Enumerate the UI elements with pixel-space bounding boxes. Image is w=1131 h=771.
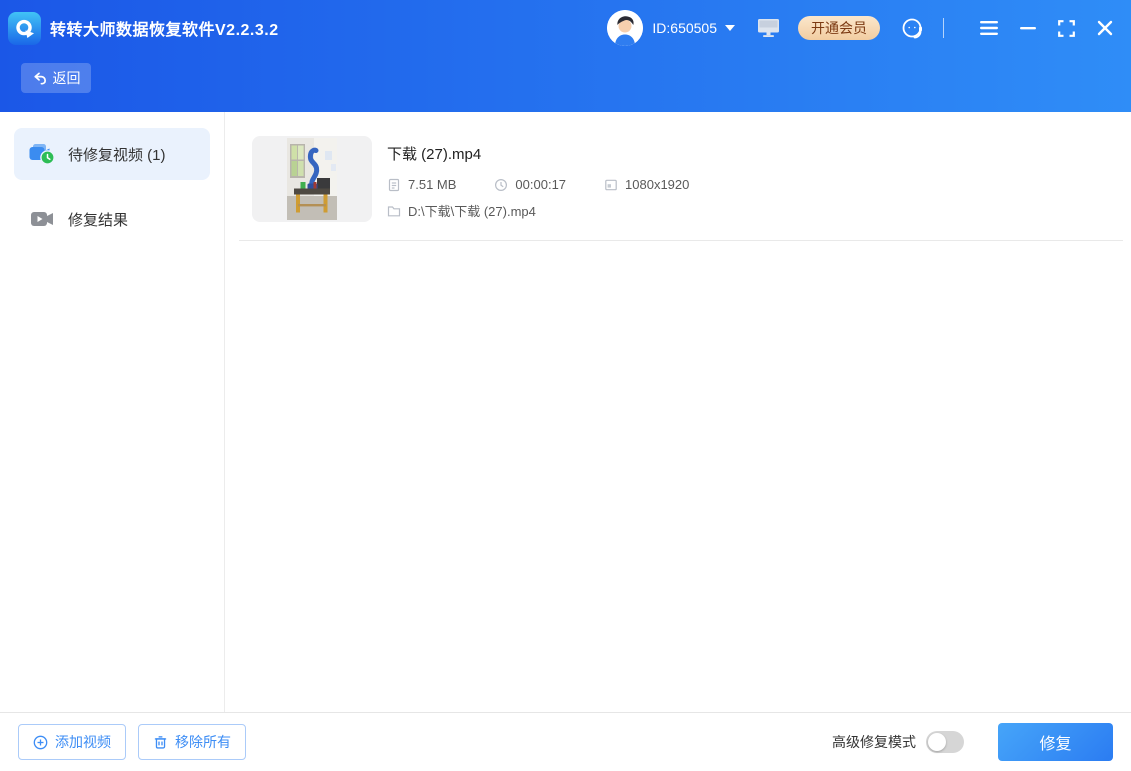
video-pending-icon: [29, 143, 55, 165]
app-title: 转转大师数据恢复软件V2.2.3.2: [50, 16, 279, 40]
sidebar-item-repair-results[interactable]: 修复结果: [14, 193, 210, 245]
video-list-item[interactable]: 下载 (27).mp4 7.51 MB: [239, 112, 1123, 241]
sidebar-item-pending-videos[interactable]: 待修复视频 (1): [14, 128, 210, 180]
screen-icon: [604, 178, 618, 192]
toggle-knob: [928, 733, 946, 751]
video-duration-value: 00:00:17: [515, 177, 566, 192]
add-video-button[interactable]: 添加视频: [18, 724, 126, 760]
close-icon[interactable]: [1093, 16, 1117, 40]
clock-icon: [494, 178, 508, 192]
user-id[interactable]: ID:650505: [652, 20, 717, 36]
chevron-down-icon[interactable]: [725, 25, 735, 31]
footer-bar: 添加视频 移除所有 高级修复模式 修复: [0, 712, 1131, 771]
content-area: 待修复视频 (1) 修复结果: [0, 112, 1131, 712]
video-results-icon: [29, 208, 55, 230]
back-label: 返回: [53, 68, 81, 88]
toolbar: 返回: [0, 56, 1131, 93]
app-logo-icon: [8, 12, 41, 45]
video-info: 下载 (27).mp4 7.51 MB: [387, 136, 727, 222]
remove-all-button[interactable]: 移除所有: [138, 724, 246, 760]
video-meta: 7.51 MB 00:00:17: [387, 177, 727, 192]
vip-button[interactable]: 开通会员: [798, 16, 880, 40]
remove-all-label: 移除所有: [175, 732, 231, 752]
user-avatar[interactable]: [607, 10, 643, 46]
video-thumbnail: [252, 136, 372, 222]
header-banner: 转转大师数据恢复软件V2.2.3.2 ID:650505: [0, 0, 1131, 112]
video-duration: 00:00:17: [494, 177, 566, 192]
video-size-value: 7.51 MB: [408, 177, 456, 192]
app-window: 转转大师数据恢复软件V2.2.3.2 ID:650505: [0, 0, 1131, 771]
video-resolution-value: 1080x1920: [625, 177, 689, 192]
titlebar-divider: [943, 18, 944, 38]
maximize-icon[interactable]: [1054, 16, 1079, 41]
advanced-mode-toggle[interactable]: [926, 731, 964, 753]
repair-button[interactable]: 修复: [998, 723, 1113, 761]
video-size: 7.51 MB: [387, 177, 456, 192]
file-icon: [387, 178, 401, 192]
trash-icon: [153, 735, 168, 750]
titlebar-right: ID:650505 开通会员: [607, 10, 1117, 46]
video-resolution: 1080x1920: [604, 177, 689, 192]
sidebar-item-label: 修复结果: [68, 209, 128, 230]
headset-icon[interactable]: [900, 16, 925, 41]
folder-icon: [387, 204, 401, 218]
advanced-mode-label: 高级修复模式: [832, 732, 916, 752]
titlebar: 转转大师数据恢复软件V2.2.3.2 ID:650505: [0, 0, 1131, 56]
back-button[interactable]: 返回: [21, 63, 91, 93]
minimize-icon[interactable]: [1016, 17, 1040, 39]
back-arrow-icon: [32, 71, 47, 86]
footer-right: 高级修复模式 修复: [832, 723, 1113, 761]
monitor-icon[interactable]: [757, 18, 780, 38]
video-path-value: D:\下载\下载 (27).mp4: [408, 201, 536, 220]
sidebar: 待修复视频 (1) 修复结果: [0, 112, 225, 712]
add-video-label: 添加视频: [55, 732, 111, 752]
thumbnail-image: [287, 138, 337, 220]
sidebar-item-label: 待修复视频 (1): [68, 144, 166, 165]
video-filename: 下载 (27).mp4: [387, 143, 727, 164]
video-list: 下载 (27).mp4 7.51 MB: [225, 112, 1131, 712]
menu-icon[interactable]: [976, 17, 1002, 39]
video-path: D:\下载\下载 (27).mp4: [387, 201, 727, 220]
plus-circle-icon: [33, 735, 48, 750]
